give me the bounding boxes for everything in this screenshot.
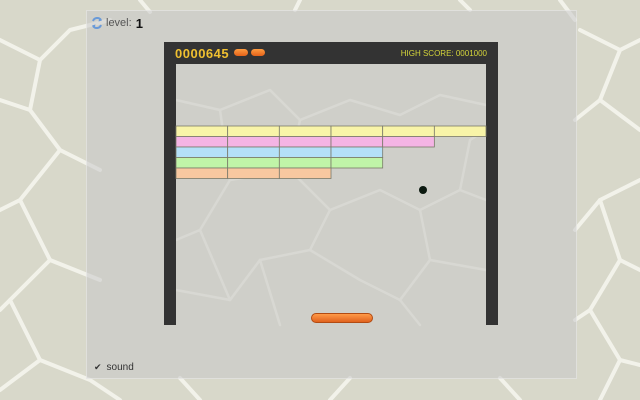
- checkmark-icon[interactable]: ✔: [94, 362, 102, 373]
- ball: [419, 186, 427, 194]
- left-wall: [164, 64, 176, 325]
- sound-label: sound: [106, 361, 134, 373]
- life-icon: [234, 49, 248, 56]
- score-counter: 0000645: [175, 46, 230, 61]
- level-value: 1: [135, 15, 143, 31]
- level-indicator: level: 1: [90, 14, 143, 32]
- high-score: HIGH SCORE: 0001000: [400, 49, 487, 58]
- lives-indicator: [234, 49, 265, 56]
- sound-toggle[interactable]: ✔ sound: [94, 360, 134, 374]
- game-panel: [86, 10, 577, 379]
- paddle[interactable]: [311, 313, 373, 323]
- refresh-icon[interactable]: [90, 15, 104, 31]
- life-icon: [251, 49, 265, 56]
- right-wall: [486, 64, 498, 325]
- level-label: level:: [106, 17, 132, 29]
